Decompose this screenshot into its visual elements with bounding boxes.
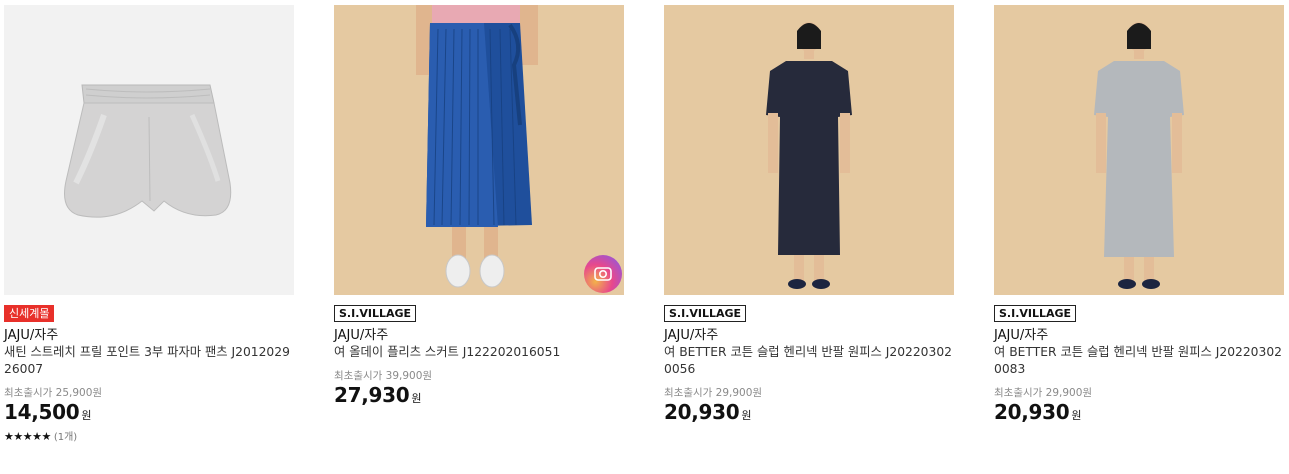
original-price: 최초출시가 29,900원 — [994, 387, 1093, 399]
gray-dress-photo — [1094, 22, 1184, 289]
product-name[interactable]: 여 올데이 플리츠 스커트 J122202016051 — [334, 344, 624, 361]
currency-label: 원 — [411, 392, 422, 405]
product-name[interactable]: 여 BETTER 코튼 슬럽 헨리넥 반팔 원피스 J202203020056 — [664, 344, 954, 378]
brand-name[interactable]: JAJU/자주 — [664, 327, 954, 344]
product-card[interactable]: S.I.VILLAGE JAJU/자주 여 BETTER 코튼 슬럽 헨리넥 반… — [664, 5, 954, 428]
photo-review-camera-icon — [594, 267, 612, 281]
pleated-skirt-photo — [416, 5, 538, 288]
product-image[interactable] — [334, 5, 624, 295]
price-value: 20,930 — [994, 400, 1070, 424]
sale-price: 14,500 원 — [4, 400, 294, 428]
brand-name[interactable]: JAJU/자주 — [4, 327, 294, 344]
product-image[interactable] — [4, 5, 294, 295]
sale-price: 20,930 원 — [664, 400, 954, 428]
brand-name[interactable]: JAJU/자주 — [334, 327, 624, 344]
product-card[interactable]: S.I.VILLAGE JAJU/자주 여 BETTER 코튼 슬럽 헨리넥 반… — [994, 5, 1284, 428]
brand-name[interactable]: JAJU/자주 — [994, 327, 1284, 344]
currency-label: 원 — [81, 409, 92, 422]
product-card[interactable]: S.I.VILLAGE JAJU/자주 여 올데이 플리츠 스커트 J12220… — [334, 5, 624, 411]
product-image[interactable] — [664, 5, 954, 295]
original-price: 최초출시가 25,900원 — [4, 387, 103, 399]
original-price: 최초출시가 29,900원 — [664, 387, 763, 399]
store-badge: 신세계몰 — [4, 305, 55, 322]
sale-price: 20,930 원 — [994, 400, 1284, 428]
product-image[interactable] — [994, 5, 1284, 295]
navy-dress-photo — [766, 22, 852, 289]
photo-review-button[interactable] — [584, 255, 622, 293]
currency-label: 원 — [1071, 409, 1082, 422]
price-value: 20,930 — [664, 400, 740, 424]
sale-price: 27,930 원 — [334, 383, 624, 411]
star-rating-icon: ★★★★★ — [4, 430, 51, 443]
product-name[interactable]: 새틴 스트레치 프릴 포인트 3부 파자마 팬츠 J201202926007 — [4, 344, 294, 378]
currency-label: 원 — [741, 409, 752, 422]
product-card[interactable]: 신세계몰 JAJU/자주 새틴 스트레치 프릴 포인트 3부 파자마 팬츠 J2… — [4, 5, 294, 445]
price-value: 27,930 — [334, 383, 410, 407]
product-name[interactable]: 여 BETTER 코튼 슬럽 헨리넥 반팔 원피스 J202203020083 — [994, 344, 1284, 378]
rating: ★★★★★ (1개) — [4, 430, 294, 445]
store-badge: S.I.VILLAGE — [994, 305, 1077, 322]
price-value: 14,500 — [4, 400, 80, 424]
pajama-shorts-illustration — [64, 84, 232, 218]
review-count: (1개) — [53, 432, 78, 443]
store-badge: S.I.VILLAGE — [334, 305, 417, 322]
original-price: 최초출시가 39,900원 — [334, 370, 433, 382]
store-badge: S.I.VILLAGE — [664, 305, 747, 322]
